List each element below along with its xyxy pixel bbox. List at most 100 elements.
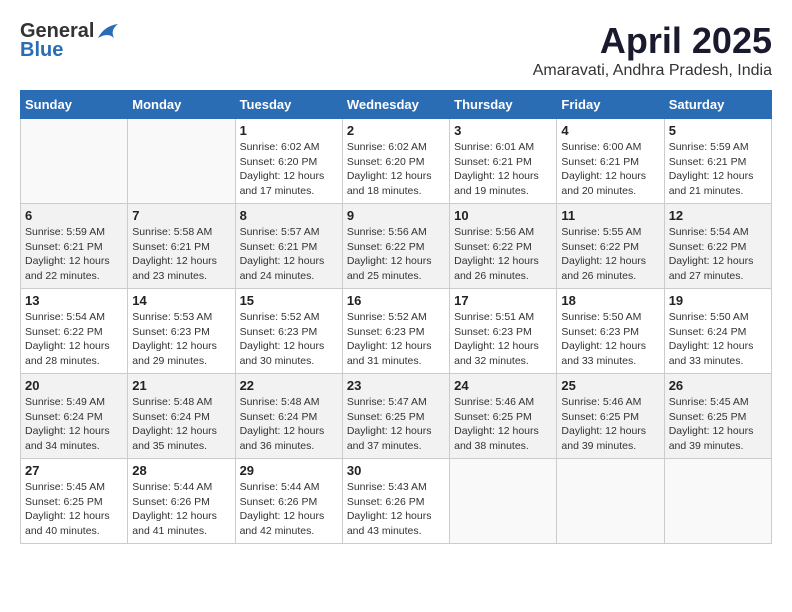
page-header: General Blue April 2025 Amaravati, Andhr… xyxy=(20,20,772,80)
logo-blue-text: Blue xyxy=(20,39,63,62)
table-row: 22 Sunrise: 5:48 AMSunset: 6:24 PMDayligh… xyxy=(235,374,342,459)
col-friday: Friday xyxy=(557,91,664,119)
day-number: 25 xyxy=(561,378,659,393)
day-info: Sunrise: 5:50 AMSunset: 6:24 PMDaylight:… xyxy=(669,310,767,369)
table-row: 20 Sunrise: 5:49 AMSunset: 6:24 PMDayligh… xyxy=(21,374,128,459)
table-row: 30 Sunrise: 5:43 AMSunset: 6:26 PMDayligh… xyxy=(342,459,449,544)
table-row: 23 Sunrise: 5:47 AMSunset: 6:25 PMDayligh… xyxy=(342,374,449,459)
calendar-week-row: 6 Sunrise: 5:59 AMSunset: 6:21 PMDaylight… xyxy=(21,204,772,289)
day-info: Sunrise: 5:46 AMSunset: 6:25 PMDaylight:… xyxy=(561,395,659,454)
day-number: 22 xyxy=(240,378,338,393)
table-row: 19 Sunrise: 5:50 AMSunset: 6:24 PMDayligh… xyxy=(664,289,771,374)
day-number: 6 xyxy=(25,208,123,223)
day-number: 21 xyxy=(132,378,230,393)
day-number: 26 xyxy=(669,378,767,393)
calendar-table: Sunday Monday Tuesday Wednesday Thursday… xyxy=(20,90,772,544)
day-number: 2 xyxy=(347,123,445,138)
day-info: Sunrise: 5:52 AMSunset: 6:23 PMDaylight:… xyxy=(240,310,338,369)
table-row: 14 Sunrise: 5:53 AMSunset: 6:23 PMDayligh… xyxy=(128,289,235,374)
day-number: 13 xyxy=(25,293,123,308)
day-number: 11 xyxy=(561,208,659,223)
day-info: Sunrise: 5:52 AMSunset: 6:23 PMDaylight:… xyxy=(347,310,445,369)
day-info: Sunrise: 5:44 AMSunset: 6:26 PMDaylight:… xyxy=(132,480,230,539)
table-row: 6 Sunrise: 5:59 AMSunset: 6:21 PMDaylight… xyxy=(21,204,128,289)
calendar-week-row: 1 Sunrise: 6:02 AMSunset: 6:20 PMDaylight… xyxy=(21,119,772,204)
table-row xyxy=(128,119,235,204)
col-monday: Monday xyxy=(128,91,235,119)
calendar-week-row: 27 Sunrise: 5:45 AMSunset: 6:25 PMDayligh… xyxy=(21,459,772,544)
day-number: 9 xyxy=(347,208,445,223)
table-row xyxy=(664,459,771,544)
logo: General Blue xyxy=(20,20,118,62)
col-saturday: Saturday xyxy=(664,91,771,119)
day-info: Sunrise: 5:57 AMSunset: 6:21 PMDaylight:… xyxy=(240,225,338,284)
table-row xyxy=(450,459,557,544)
col-tuesday: Tuesday xyxy=(235,91,342,119)
day-info: Sunrise: 5:48 AMSunset: 6:24 PMDaylight:… xyxy=(240,395,338,454)
day-info: Sunrise: 5:44 AMSunset: 6:26 PMDaylight:… xyxy=(240,480,338,539)
table-row: 4 Sunrise: 6:00 AMSunset: 6:21 PMDaylight… xyxy=(557,119,664,204)
day-number: 1 xyxy=(240,123,338,138)
day-number: 30 xyxy=(347,463,445,478)
day-info: Sunrise: 6:00 AMSunset: 6:21 PMDaylight:… xyxy=(561,140,659,199)
day-info: Sunrise: 5:59 AMSunset: 6:21 PMDaylight:… xyxy=(25,225,123,284)
table-row: 16 Sunrise: 5:52 AMSunset: 6:23 PMDayligh… xyxy=(342,289,449,374)
table-row: 18 Sunrise: 5:50 AMSunset: 6:23 PMDayligh… xyxy=(557,289,664,374)
logo-bird-icon xyxy=(96,24,118,40)
day-number: 27 xyxy=(25,463,123,478)
day-info: Sunrise: 5:48 AMSunset: 6:24 PMDaylight:… xyxy=(132,395,230,454)
col-sunday: Sunday xyxy=(21,91,128,119)
location-subtitle: Amaravati, Andhra Pradesh, India xyxy=(533,62,772,80)
table-row: 1 Sunrise: 6:02 AMSunset: 6:20 PMDaylight… xyxy=(235,119,342,204)
day-info: Sunrise: 5:54 AMSunset: 6:22 PMDaylight:… xyxy=(25,310,123,369)
day-info: Sunrise: 5:56 AMSunset: 6:22 PMDaylight:… xyxy=(454,225,552,284)
table-row: 26 Sunrise: 5:45 AMSunset: 6:25 PMDayligh… xyxy=(664,374,771,459)
day-number: 5 xyxy=(669,123,767,138)
col-wednesday: Wednesday xyxy=(342,91,449,119)
table-row: 8Sunrise: 5:57 AMSunset: 6:21 PMDaylight… xyxy=(235,204,342,289)
day-info: Sunrise: 5:45 AMSunset: 6:25 PMDaylight:… xyxy=(669,395,767,454)
day-number: 14 xyxy=(132,293,230,308)
day-info: Sunrise: 5:50 AMSunset: 6:23 PMDaylight:… xyxy=(561,310,659,369)
day-number: 12 xyxy=(669,208,767,223)
day-number: 10 xyxy=(454,208,552,223)
table-row: 5Sunrise: 5:59 AMSunset: 6:21 PMDaylight… xyxy=(664,119,771,204)
table-row: 3 Sunrise: 6:01 AMSunset: 6:21 PMDaylight… xyxy=(450,119,557,204)
day-number: 19 xyxy=(669,293,767,308)
day-info: Sunrise: 5:55 AMSunset: 6:22 PMDaylight:… xyxy=(561,225,659,284)
day-info: Sunrise: 5:53 AMSunset: 6:23 PMDaylight:… xyxy=(132,310,230,369)
day-number: 4 xyxy=(561,123,659,138)
table-row: 24Sunrise: 5:46 AMSunset: 6:25 PMDayligh… xyxy=(450,374,557,459)
day-info: Sunrise: 5:45 AMSunset: 6:25 PMDaylight:… xyxy=(25,480,123,539)
table-row: 27 Sunrise: 5:45 AMSunset: 6:25 PMDayligh… xyxy=(21,459,128,544)
table-row xyxy=(21,119,128,204)
day-number: 15 xyxy=(240,293,338,308)
table-row: 7Sunrise: 5:58 AMSunset: 6:21 PMDaylight… xyxy=(128,204,235,289)
day-info: Sunrise: 6:01 AMSunset: 6:21 PMDaylight:… xyxy=(454,140,552,199)
table-row: 17Sunrise: 5:51 AMSunset: 6:23 PMDayligh… xyxy=(450,289,557,374)
day-number: 23 xyxy=(347,378,445,393)
day-info: Sunrise: 6:02 AMSunset: 6:20 PMDaylight:… xyxy=(347,140,445,199)
day-info: Sunrise: 5:43 AMSunset: 6:26 PMDaylight:… xyxy=(347,480,445,539)
day-info: Sunrise: 5:47 AMSunset: 6:25 PMDaylight:… xyxy=(347,395,445,454)
day-info: Sunrise: 5:49 AMSunset: 6:24 PMDaylight:… xyxy=(25,395,123,454)
title-block: April 2025 Amaravati, Andhra Pradesh, In… xyxy=(533,20,772,80)
table-row: 13 Sunrise: 5:54 AMSunset: 6:22 PMDayligh… xyxy=(21,289,128,374)
day-info: Sunrise: 6:02 AMSunset: 6:20 PMDaylight:… xyxy=(240,140,338,199)
table-row: 2 Sunrise: 6:02 AMSunset: 6:20 PMDaylight… xyxy=(342,119,449,204)
col-thursday: Thursday xyxy=(450,91,557,119)
day-info: Sunrise: 5:56 AMSunset: 6:22 PMDaylight:… xyxy=(347,225,445,284)
table-row xyxy=(557,459,664,544)
day-info: Sunrise: 5:58 AMSunset: 6:21 PMDaylight:… xyxy=(132,225,230,284)
day-number: 18 xyxy=(561,293,659,308)
day-info: Sunrise: 5:54 AMSunset: 6:22 PMDaylight:… xyxy=(669,225,767,284)
calendar-week-row: 13 Sunrise: 5:54 AMSunset: 6:22 PMDayligh… xyxy=(21,289,772,374)
day-number: 29 xyxy=(240,463,338,478)
day-number: 28 xyxy=(132,463,230,478)
day-number: 20 xyxy=(25,378,123,393)
table-row: 12 Sunrise: 5:54 AMSunset: 6:22 PMDayligh… xyxy=(664,204,771,289)
table-row: 21 Sunrise: 5:48 AMSunset: 6:24 PMDayligh… xyxy=(128,374,235,459)
day-number: 3 xyxy=(454,123,552,138)
day-number: 16 xyxy=(347,293,445,308)
table-row: 25 Sunrise: 5:46 AMSunset: 6:25 PMDayligh… xyxy=(557,374,664,459)
